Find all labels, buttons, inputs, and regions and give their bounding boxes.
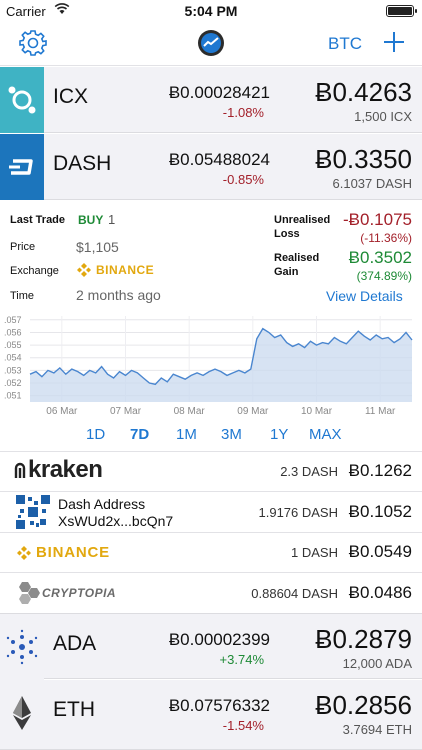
y-tick-label: .052	[4, 378, 22, 388]
coin-row-icx[interactable]: ICX Ƀ0.00028421 -1.08% Ƀ0.4263 1,500 ICX	[0, 67, 422, 133]
exchange-amount: 1.9176 DASH	[258, 505, 339, 520]
currency-toggle-button[interactable]: BTC	[328, 34, 362, 54]
eth-icon	[0, 680, 44, 746]
unrealised-label: Unrealised	[274, 214, 331, 226]
y-tick-label: .056	[4, 327, 22, 337]
x-tick-label: 08 Mar	[174, 406, 206, 417]
app-logo-icon[interactable]	[196, 28, 226, 58]
cryptopia-logo-icon	[19, 582, 40, 604]
gain-label: Gain	[274, 266, 299, 278]
coin-value: Ƀ0.2879	[315, 624, 412, 654]
range-max[interactable]: MAX	[309, 426, 342, 443]
coin-value: Ƀ0.4263	[315, 77, 412, 107]
coin-price: Ƀ0.00028421	[168, 83, 270, 102]
view-details-link[interactable]: View Details	[326, 288, 403, 304]
address-value: XsWUd2x...bcQn7	[58, 513, 174, 529]
exchange-value: Ƀ0.0549	[348, 542, 412, 561]
binance-logo-icon	[77, 263, 91, 277]
exchange-row-binance[interactable]: BINANCE 1 DASH Ƀ0.0549	[0, 532, 422, 572]
coin-value: Ƀ0.3350	[315, 144, 412, 174]
y-tick-label: .055	[4, 340, 22, 350]
x-tick-label: 10 Mar	[301, 406, 333, 417]
realised-percent: (374.89%)	[356, 269, 412, 283]
coin-row-eth[interactable]: ETH Ƀ0.07576332 -1.54% Ƀ0.2856 3.7694 ET…	[0, 680, 422, 750]
coin-value: Ƀ0.2856	[315, 690, 412, 720]
unrealised-percent: (-11.36%)	[360, 231, 412, 245]
coin-holding: 6.1037 DASH	[332, 176, 413, 191]
coin-symbol: ETH	[53, 698, 95, 721]
time-label: Time	[10, 290, 35, 302]
binance-logo-icon	[17, 546, 31, 560]
coin-row-dash[interactable]: DASH Ƀ0.05488024 -0.85% Ƀ0.3350 6.1037 D…	[0, 134, 422, 200]
qr-code-icon	[16, 495, 50, 529]
navigation-bar: BTC	[0, 22, 422, 66]
settings-gear-icon[interactable]	[18, 28, 48, 58]
range-1d[interactable]: 1D	[86, 426, 105, 443]
price-value: $1,105	[76, 239, 119, 255]
x-tick-label: 07 Mar	[110, 406, 142, 417]
exchange-amount: 2.3 DASH	[280, 464, 338, 479]
coin-symbol: ADA	[53, 632, 97, 655]
ada-icon	[0, 614, 44, 680]
y-tick-label: .057	[4, 315, 22, 325]
coin-price: Ƀ0.07576332	[168, 696, 270, 715]
range-1y[interactable]: 1Y	[270, 426, 288, 443]
trade-type: BUY	[78, 213, 104, 227]
exchange-name: kraken	[28, 456, 103, 483]
coin-holding: 1,500 ICX	[354, 109, 412, 124]
x-tick-label: 06 Mar	[46, 406, 78, 417]
x-tick-label: 11 Mar	[365, 406, 396, 417]
add-icon[interactable]	[380, 28, 408, 56]
exchange-amount: 1 DASH	[291, 545, 338, 560]
y-tick-label: .054	[4, 353, 22, 363]
chart-area	[30, 328, 412, 402]
exchange-value: Ƀ0.0486	[348, 583, 412, 602]
coin-price: Ƀ0.00002399	[168, 630, 270, 649]
realised-value: Ƀ0.3502	[348, 248, 412, 267]
coin-change: -0.85%	[222, 172, 264, 187]
exchange-name: CRYPTOPIA	[42, 586, 117, 600]
realised-label: Realised	[274, 252, 320, 264]
address-label: Dash Address	[58, 496, 146, 512]
range-7d[interactable]: 7D	[130, 426, 149, 443]
exchange-row-kraken[interactable]: kraken 2.3 DASH Ƀ0.1262	[0, 451, 422, 491]
unrealised-value: -Ƀ0.1075	[343, 210, 412, 229]
loss-label: Loss	[274, 228, 300, 240]
status-bar: Carrier 5:04 PM	[0, 0, 422, 22]
coin-holding: 12,000 ADA	[342, 656, 412, 671]
exchange-value: Ƀ0.1052	[348, 502, 412, 521]
trade-qty: 1	[108, 212, 116, 227]
exchange-row-dash-address[interactable]: Dash Address XsWUd2x...bcQn7 1.9176 DASH…	[0, 491, 422, 532]
coin-price: Ƀ0.05488024	[168, 150, 270, 169]
dash-icon	[0, 134, 44, 200]
coin-symbol: DASH	[53, 152, 112, 175]
price-label: Price	[10, 241, 36, 253]
coin-change: -1.08%	[222, 105, 264, 120]
range-3m[interactable]: 3M	[221, 426, 242, 443]
coin-symbol: ICX	[53, 85, 89, 108]
x-tick-label: 09 Mar	[237, 406, 269, 417]
y-tick-label: .051	[4, 391, 22, 401]
coin-change: +3.74%	[219, 652, 264, 667]
kraken-logo-icon	[14, 462, 26, 478]
price-chart[interactable]: .051 .052 .053 .054 .055 .056 .057 06 Mar 07 Mar…	[0, 308, 422, 420]
coin-row-ada[interactable]: ADA Ƀ0.00002399 +3.74% Ƀ0.2879 12,000 AD…	[0, 613, 422, 680]
icx-icon	[0, 67, 44, 133]
exchange-amount: 0.88604 DASH	[251, 586, 338, 601]
exchange-row-cryptopia[interactable]: CRYPTOPIA 0.88604 DASH Ƀ0.0486	[0, 572, 422, 613]
range-selector: 1D 7D 1M 3M 1Y MAX	[0, 426, 422, 446]
clock: 5:04 PM	[184, 3, 238, 19]
time-value: 2 months ago	[76, 287, 161, 303]
y-tick-label: .053	[4, 365, 22, 375]
exchange-name: BINANCE	[36, 544, 110, 561]
battery-icon	[386, 5, 417, 17]
coin-change: -1.54%	[222, 718, 264, 733]
last-trade-label: Last Trade	[10, 214, 66, 226]
exchange-value: Ƀ0.1262	[348, 461, 412, 480]
exchange-label: Exchange	[10, 265, 59, 277]
range-1m[interactable]: 1M	[176, 426, 197, 443]
exchange-value: BINANCE	[96, 263, 155, 277]
coin-holding: 3.7694 ETH	[342, 722, 412, 737]
